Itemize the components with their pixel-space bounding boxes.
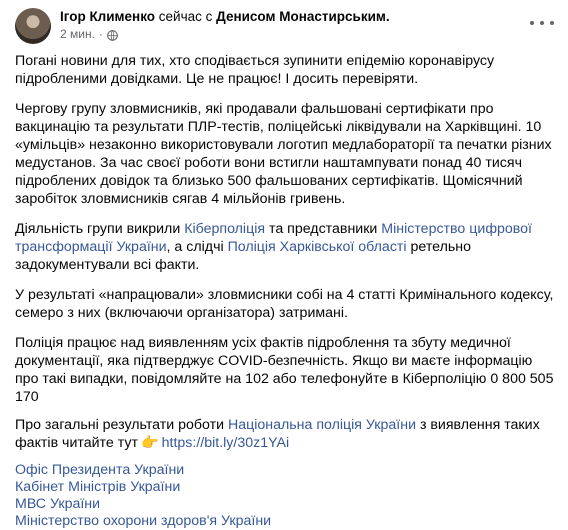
paragraph-1: Погані новини для тих, хто сподівається … (15, 53, 495, 87)
with-text: сейчас с (158, 9, 213, 24)
author-avatar[interactable] (15, 8, 51, 44)
text-span: , а слідчі (166, 239, 228, 255)
timestamp-line: 2 мин. · (60, 26, 390, 43)
more-dot (550, 21, 554, 25)
pointing-hand-icon: 👉 (140, 435, 159, 451)
link-bitly[interactable]: https://bit.ly/30z1YAi (162, 435, 290, 451)
link-national-police[interactable]: Національна поліція України (228, 417, 416, 433)
post-time[interactable]: 2 мин. (60, 26, 95, 43)
more-dot (540, 21, 544, 25)
more-dot (530, 21, 534, 25)
facebook-post: Ігор Клименко сейчас с Денисом Монастирс… (0, 0, 568, 529)
paragraph-3: Діяльність групи викрили Кіберполіція та… (15, 220, 555, 274)
link-kharkiv-police[interactable]: Поліція Харківської області (228, 239, 407, 255)
post-content: Погані новини для тих, хто сподівається … (15, 52, 555, 530)
text-span: Про загальні результати роботи (15, 417, 228, 433)
tag-cabinet-ministers[interactable]: Кабінет Міністрів України (15, 479, 180, 495)
globe-icon[interactable] (107, 29, 118, 41)
text-span: Діяльність групи викрили (15, 221, 185, 237)
tag-links: Офіс Президента України Кабінет Міністрі… (15, 462, 555, 530)
author-line: Ігор Клименко сейчас с Денисом Монастирс… (60, 8, 390, 25)
tag-president-office[interactable]: Офіс Президента України (15, 462, 184, 478)
post-meta: Ігор Клименко сейчас с Денисом Монастирс… (60, 8, 390, 43)
text-span: та представники (265, 221, 382, 237)
more-options-icon[interactable] (530, 16, 554, 30)
author-name[interactable]: Ігор Клименко (60, 9, 155, 24)
tag-mvs[interactable]: МВС України (15, 496, 100, 512)
link-cyberpolice[interactable]: Кіберполіція (184, 221, 265, 237)
tagged-person[interactable]: Денисом Монастирським. (216, 9, 389, 24)
separator-dot: · (98, 27, 103, 41)
tag-health-ministry[interactable]: Міністерство охорони здоров'я України (15, 513, 271, 529)
paragraph-4: У результаті «напрацювали» зловмисники с… (15, 287, 554, 321)
paragraph-6: Про загальні результати роботи Національ… (15, 416, 555, 452)
paragraph-5: Поліція працює над виявленням усіх факті… (15, 335, 554, 405)
paragraph-2: Чергову групу зловмисників, які продавал… (15, 101, 552, 207)
post-header: Ігор Клименко сейчас с Денисом Монастирс… (15, 8, 390, 44)
